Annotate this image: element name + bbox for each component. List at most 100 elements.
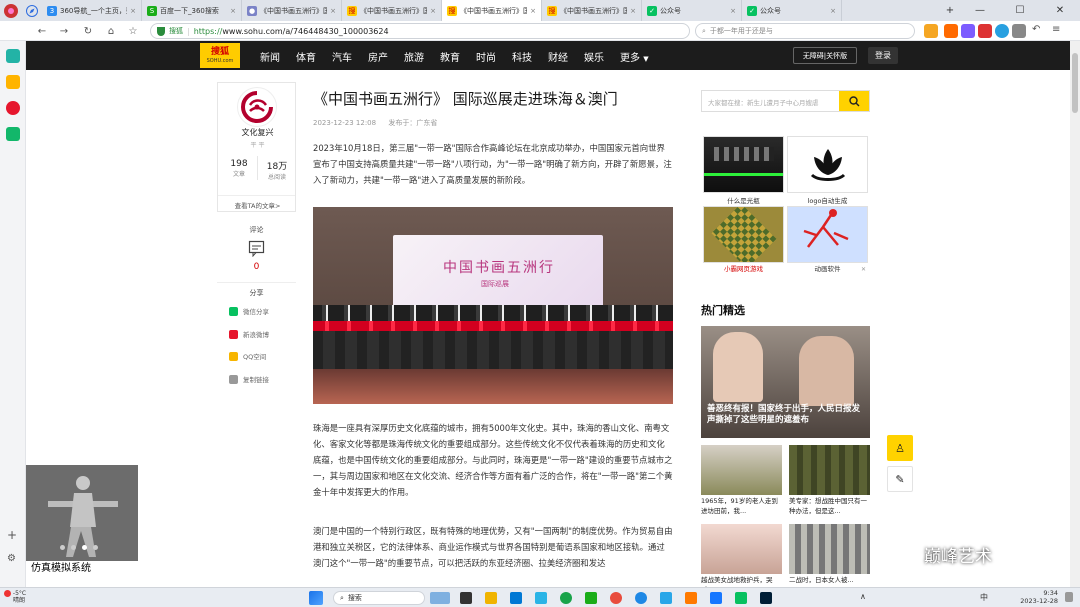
close-icon[interactable]: × — [630, 7, 636, 15]
ad-caption[interactable]: 动画软件 — [787, 263, 868, 273]
ad-tile-logo[interactable] — [787, 136, 868, 193]
nav-item-education[interactable]: 教育 — [440, 49, 460, 64]
accessibility-button[interactable]: 无障碍|关怀版 — [793, 47, 857, 64]
carousel-dots[interactable] — [60, 545, 98, 550]
floating-feedback-button[interactable]: ♙ — [887, 435, 913, 461]
tab-3[interactable]: 搜《中国书画五洲行》国际× — [342, 0, 442, 21]
hot-item-caption[interactable]: 越战美女战地救护兵，哭喊... — [701, 575, 782, 587]
extension-translate-icon[interactable] — [995, 24, 1009, 38]
nav-item-more[interactable]: 更多 ▼ — [620, 49, 649, 64]
forward-button[interactable]: → — [56, 23, 72, 39]
nav-item-news[interactable]: 新闻 — [260, 49, 280, 64]
ad-caption[interactable]: logo自动生成 — [787, 195, 868, 205]
tray-chevron-icon[interactable]: ∧ — [860, 592, 866, 601]
article-photo[interactable]: 中国书画五洲行 国际巡展 — [313, 207, 673, 404]
maximize-button[interactable]: ☐ — [1005, 0, 1035, 21]
author-avatar[interactable] — [237, 87, 277, 127]
share-wechat[interactable]: 微信分享 — [229, 306, 269, 316]
sidebar-toggle[interactable] — [22, 0, 42, 21]
sidebar-weibo-icon[interactable] — [6, 101, 20, 115]
view-articles-link[interactable]: 查看TA的文章> — [218, 200, 297, 210]
close-window-button[interactable]: ✕ — [1045, 0, 1075, 21]
extension-mail-icon[interactable] — [978, 24, 992, 38]
sidebar-app-icon[interactable] — [6, 49, 20, 63]
taskbar-taskview-icon[interactable] — [460, 592, 472, 604]
home-button[interactable]: ⌂ — [103, 23, 119, 39]
ad-caption[interactable]: 什么是光瓶 — [703, 195, 784, 205]
reload-button[interactable]: ↻ — [80, 23, 96, 39]
ad-close-icon[interactable]: ✕ — [861, 266, 866, 273]
taskbar-ai-icon[interactable] — [685, 592, 697, 604]
share-copy-link[interactable]: 复制链接 — [229, 374, 269, 384]
sohu-logo[interactable]: 搜狐 SOHU.com — [200, 43, 240, 68]
sidebar-settings-icon[interactable]: ⚙ — [7, 553, 16, 564]
minimize-button[interactable]: — — [965, 0, 995, 21]
share-weibo[interactable]: 新浪微博 — [229, 329, 269, 339]
close-icon[interactable]: × — [230, 7, 236, 15]
close-icon[interactable]: × — [330, 7, 336, 15]
hot-item-image[interactable] — [789, 524, 870, 574]
sidebar-add-icon[interactable]: + — [7, 528, 17, 542]
page-scrollbar[interactable] — [1070, 41, 1080, 587]
nav-item-travel[interactable]: 旅游 — [404, 49, 424, 64]
carousel-dot[interactable] — [71, 545, 76, 550]
undo-icon[interactable]: ↶ — [1032, 24, 1046, 38]
ad-tile-light[interactable] — [703, 136, 784, 193]
taskbar-edge-icon[interactable] — [635, 592, 647, 604]
extension-game-icon[interactable] — [961, 24, 975, 38]
tab-6[interactable]: ✓ 公众号 × — [642, 0, 742, 21]
taskbar-photoshop-icon[interactable] — [760, 592, 772, 604]
author-name[interactable]: 文化复兴 — [218, 127, 297, 138]
close-icon[interactable]: × — [730, 7, 736, 15]
taskbar-explorer-icon[interactable] — [485, 592, 497, 604]
tab-5[interactable]: 搜《中国书画五洲行》国际× — [542, 0, 642, 21]
sidebar-favorites-icon[interactable] — [6, 75, 20, 89]
new-tab-button[interactable]: + — [935, 0, 965, 21]
comment-button[interactable] — [248, 240, 265, 260]
floating-write-button[interactable]: ✎ — [887, 466, 913, 492]
site-search-input[interactable]: 大家都在搜：新生儿遭月子中心月嫂虐 — [702, 91, 839, 111]
taskbar-clock[interactable]: 9:34 2023-12-28 — [1018, 589, 1058, 605]
hot-item-image[interactable] — [701, 524, 782, 574]
menu-icon[interactable]: ≡ — [1052, 24, 1066, 38]
taskbar-cloud-icon[interactable] — [660, 592, 672, 604]
hot-main-card[interactable]: 善恶终有报！国家终于出手，人民日报发声撕掉了这些明星的遮羞布 — [701, 326, 870, 438]
nav-item-ent[interactable]: 娱乐 — [584, 49, 604, 64]
ad-caption[interactable]: 小霸网页游戏 — [703, 263, 784, 273]
sidebar-folder-icon[interactable] — [6, 127, 20, 141]
taskbar-360-icon[interactable] — [560, 592, 572, 604]
nav-item-tech[interactable]: 科技 — [512, 49, 532, 64]
nav-item-fashion[interactable]: 时尚 — [476, 49, 496, 64]
nav-item-house[interactable]: 房产 — [368, 49, 388, 64]
browser-search-input[interactable]: ⌕ 于都一年用于还是与 — [695, 23, 915, 39]
taskbar-wechat-icon[interactable] — [735, 592, 747, 604]
taskbar-chrome-icon[interactable] — [610, 592, 622, 604]
taskbar-browser-icon[interactable] — [585, 592, 597, 604]
bookmark-button[interactable]: ☆ — [125, 23, 141, 39]
share-qzone[interactable]: QQ空间 — [229, 351, 266, 361]
simulation-widget-image[interactable] — [26, 465, 138, 562]
hot-item-image[interactable] — [701, 445, 782, 495]
tab-2[interactable]: ●《中国书画五洲行》国际× — [242, 0, 342, 21]
tab-1[interactable]: S 百度一下_360搜索 × — [142, 0, 242, 21]
address-input[interactable]: 搜狐 | https://www.sohu.com/a/746448430_10… — [150, 23, 690, 39]
extension-weibo-icon[interactable] — [944, 24, 958, 38]
close-icon[interactable]: × — [430, 7, 436, 15]
site-search-button[interactable] — [839, 91, 869, 111]
scrollbar-thumb[interactable] — [1072, 53, 1078, 113]
close-icon[interactable]: × — [830, 7, 836, 15]
ime-indicator[interactable]: 中 — [980, 592, 988, 603]
windows-start-icon[interactable] — [309, 591, 323, 605]
ad-tile-game[interactable] — [703, 206, 784, 263]
nav-item-sports[interactable]: 体育 — [296, 49, 316, 64]
hot-item-image[interactable] — [789, 445, 870, 495]
extension-shield-icon[interactable] — [924, 24, 938, 38]
close-icon[interactable]: × — [530, 7, 536, 15]
browser-menu[interactable] — [0, 0, 22, 21]
hot-item-caption[interactable]: 二战时，日本女人被... — [789, 575, 870, 587]
nav-item-finance[interactable]: 财经 — [548, 49, 568, 64]
carousel-dot[interactable] — [60, 545, 65, 550]
extension-grid-icon[interactable] — [1012, 24, 1026, 38]
taskbar-search[interactable]: ⌕ 搜索 — [333, 591, 425, 605]
taskbar-store-icon[interactable] — [510, 592, 522, 604]
